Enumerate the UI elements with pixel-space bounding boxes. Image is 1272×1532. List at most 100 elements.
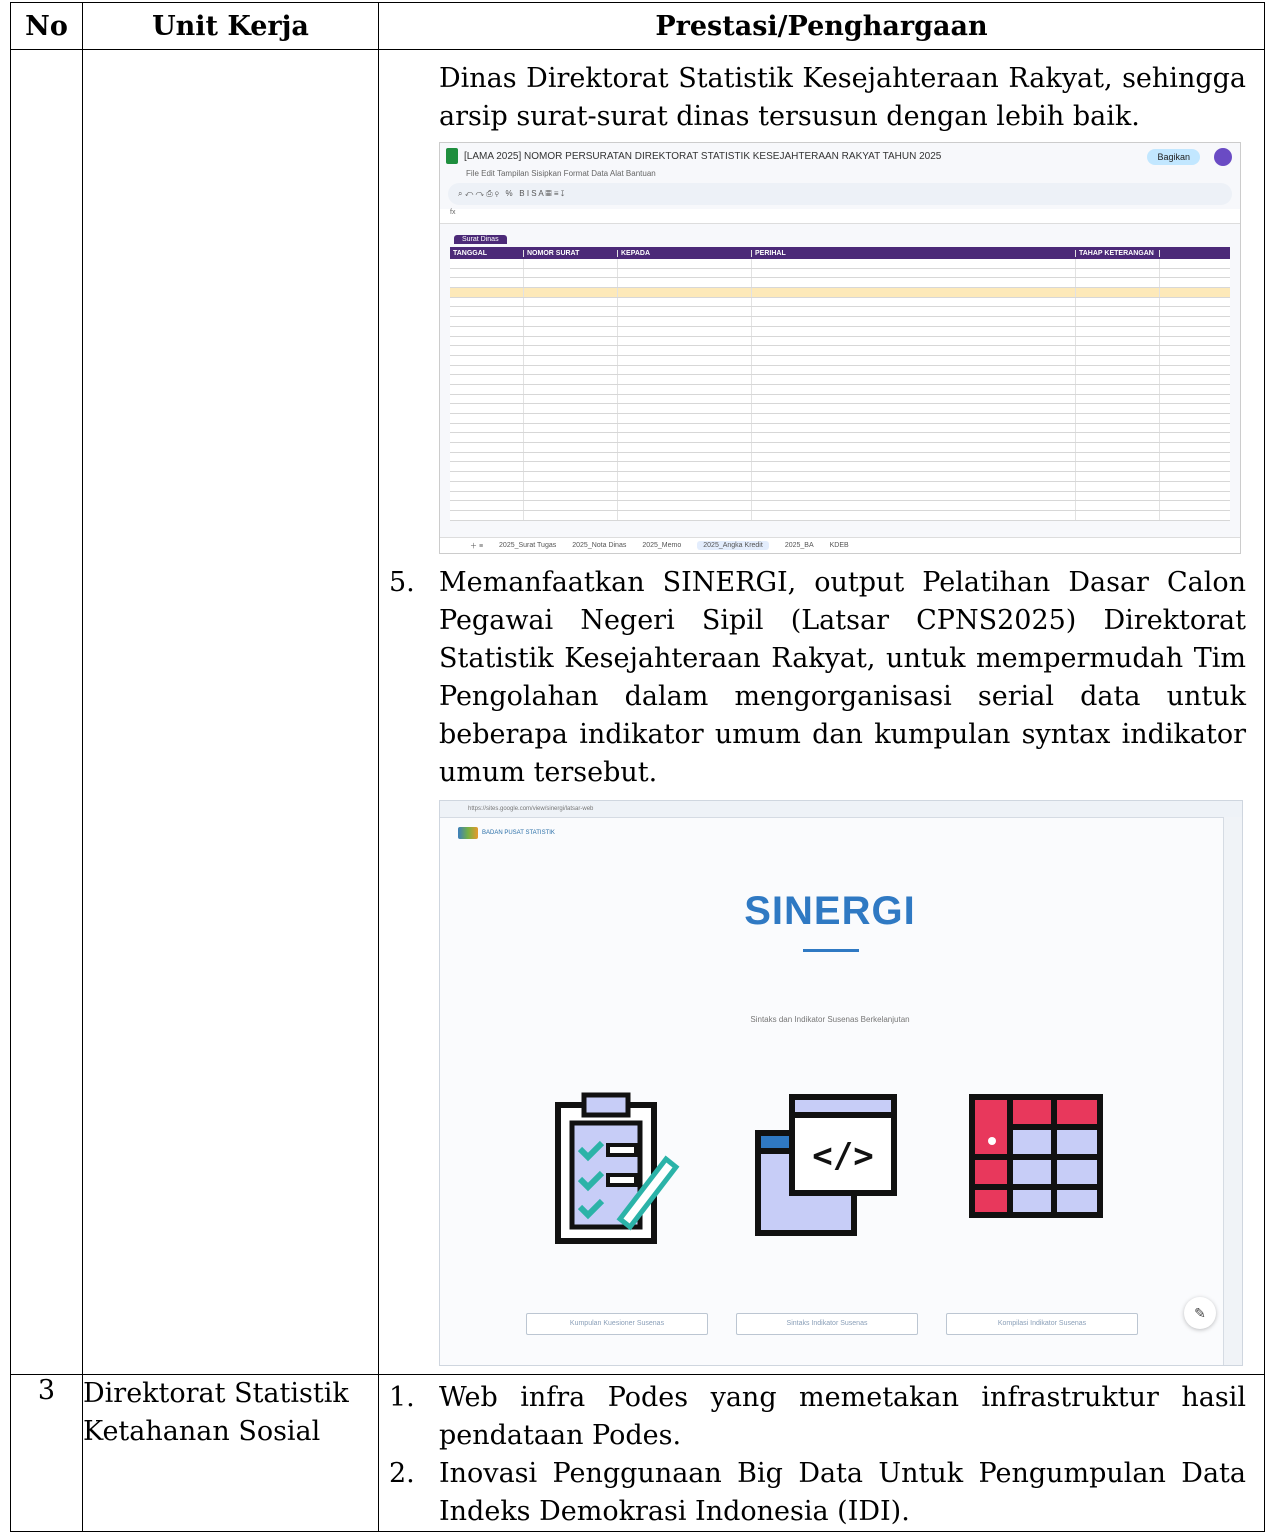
sheet-cell[interactable] [524, 414, 618, 423]
sheet-cell[interactable] [1076, 510, 1160, 520]
sheet-tab[interactable]: 2025_Memo [642, 542, 681, 549]
sheet-cell[interactable] [524, 326, 618, 336]
sheet-cell[interactable] [1076, 375, 1160, 384]
sheet-row[interactable] [450, 346, 1230, 356]
sheet-row[interactable] [450, 414, 1230, 424]
sheet-cell[interactable] [524, 259, 618, 268]
sheet-cell[interactable] [752, 375, 1076, 384]
kompilasi-button[interactable]: Kompilasi Indikator Susenas [946, 1313, 1138, 1335]
sheet-cell[interactable] [450, 268, 524, 278]
sheet-row[interactable] [450, 404, 1230, 414]
sheet-cell[interactable] [752, 394, 1076, 404]
sheet-menubar[interactable]: File Edit Tampilan Sisipkan Format Data … [440, 169, 1240, 179]
sheet-cell[interactable] [752, 268, 1076, 278]
sheet-cell[interactable] [1076, 317, 1160, 326]
sheet-cell[interactable] [450, 278, 524, 288]
browser-address-bar[interactable]: https://sites.google.com/view/sinergi/la… [440, 801, 1242, 818]
sheet-cell[interactable] [618, 317, 752, 326]
sheet-cell[interactable] [450, 501, 524, 510]
sheet-cell[interactable] [524, 307, 618, 317]
sheet-row[interactable] [450, 510, 1230, 521]
sheet-cell[interactable] [524, 423, 618, 433]
sheet-row[interactable] [450, 336, 1230, 347]
sheet-cell[interactable] [1076, 443, 1160, 452]
sheet-cell[interactable] [450, 394, 524, 404]
sheet-cell[interactable] [752, 452, 1076, 462]
sheet-cell[interactable] [450, 443, 524, 452]
sheet-cell[interactable] [618, 288, 752, 297]
sheet-cell[interactable] [618, 307, 752, 317]
sheet-cell[interactable] [1076, 394, 1160, 404]
sheet-cell[interactable] [450, 326, 524, 336]
sheet-cell[interactable] [618, 462, 752, 472]
sheet-cell[interactable] [618, 491, 752, 501]
sheet-cell[interactable] [524, 433, 618, 443]
sheet-cell[interactable] [450, 491, 524, 501]
sheet-cell[interactable] [1076, 288, 1160, 297]
sheet-cell[interactable] [524, 375, 618, 384]
filter-view-tab[interactable]: Surat Dinas [454, 235, 507, 244]
sheet-cell[interactable] [450, 307, 524, 317]
sheet-row[interactable] [450, 317, 1230, 327]
sheet-cell[interactable] [752, 317, 1076, 326]
sheet-cell[interactable] [752, 510, 1076, 520]
sheet-cell[interactable] [618, 268, 752, 278]
sheet-cell[interactable] [1076, 452, 1160, 462]
sheet-row[interactable] [450, 278, 1230, 289]
sheet-cell[interactable] [524, 278, 618, 288]
sheet-cell[interactable] [752, 481, 1076, 491]
sheet-cell[interactable] [752, 365, 1076, 375]
sheet-row[interactable] [450, 326, 1230, 337]
sheet-cell[interactable] [618, 510, 752, 520]
sheet-cell[interactable] [752, 501, 1076, 510]
sheet-cell[interactable] [450, 336, 524, 346]
sheet-cell[interactable] [618, 326, 752, 336]
sheet-cell[interactable] [618, 365, 752, 375]
edit-pencil-icon[interactable]: ✎ [1184, 1297, 1216, 1329]
sheet-cell[interactable] [1076, 462, 1160, 472]
sheet-cell[interactable] [1076, 365, 1160, 375]
sheet-cell[interactable] [618, 404, 752, 413]
sheet-row[interactable] [450, 481, 1230, 492]
sheet-cell[interactable] [524, 336, 618, 346]
share-button[interactable]: Bagikan [1147, 149, 1200, 165]
sheet-cell[interactable] [450, 462, 524, 472]
sheet-cell[interactable] [450, 510, 524, 520]
sheet-cell[interactable] [524, 443, 618, 452]
kuesioner-button[interactable]: Kumpulan Kuesioner Susenas [526, 1313, 708, 1335]
sheet-cell[interactable] [450, 346, 524, 355]
sheet-row[interactable] [450, 355, 1230, 366]
sheet-cell[interactable] [1076, 501, 1160, 510]
sheet-tab[interactable]: 2025_Nota Dinas [572, 542, 626, 549]
sheet-row[interactable] [450, 268, 1230, 279]
sheet-cell[interactable] [524, 491, 618, 501]
sheet-cell[interactable] [524, 355, 618, 365]
add-sheet-icon[interactable]: ＋ ≡ [470, 541, 483, 551]
clipboard-checklist-icon[interactable] [550, 1091, 680, 1251]
sheet-cell[interactable] [524, 394, 618, 404]
sheet-cell[interactable] [450, 404, 524, 413]
sheet-row[interactable] [450, 501, 1230, 511]
sheet-cell[interactable] [524, 462, 618, 472]
sheet-cell[interactable] [1076, 297, 1160, 307]
sheet-cell[interactable] [618, 346, 752, 355]
sheet-row[interactable] [450, 433, 1230, 444]
sheet-cell[interactable] [1076, 414, 1160, 423]
sheet-row[interactable] [450, 394, 1230, 405]
sheet-cell[interactable] [752, 259, 1076, 268]
sheet-cell[interactable] [752, 433, 1076, 443]
sheet-cell[interactable] [1076, 307, 1160, 317]
avatar[interactable] [1214, 148, 1232, 166]
sheet-row[interactable] [450, 462, 1230, 473]
sheet-cell[interactable] [618, 414, 752, 423]
sheet-row[interactable] [450, 288, 1230, 298]
sheet-cell[interactable] [524, 268, 618, 278]
sheet-cell[interactable] [1076, 472, 1160, 481]
sheet-cell[interactable] [618, 433, 752, 443]
sheet-row[interactable] [450, 452, 1230, 463]
sheet-cell[interactable] [450, 288, 524, 297]
sheet-cell[interactable] [752, 307, 1076, 317]
sheet-cell[interactable] [1076, 423, 1160, 433]
sheet-cell[interactable] [752, 423, 1076, 433]
sheet-cell[interactable] [752, 491, 1076, 501]
